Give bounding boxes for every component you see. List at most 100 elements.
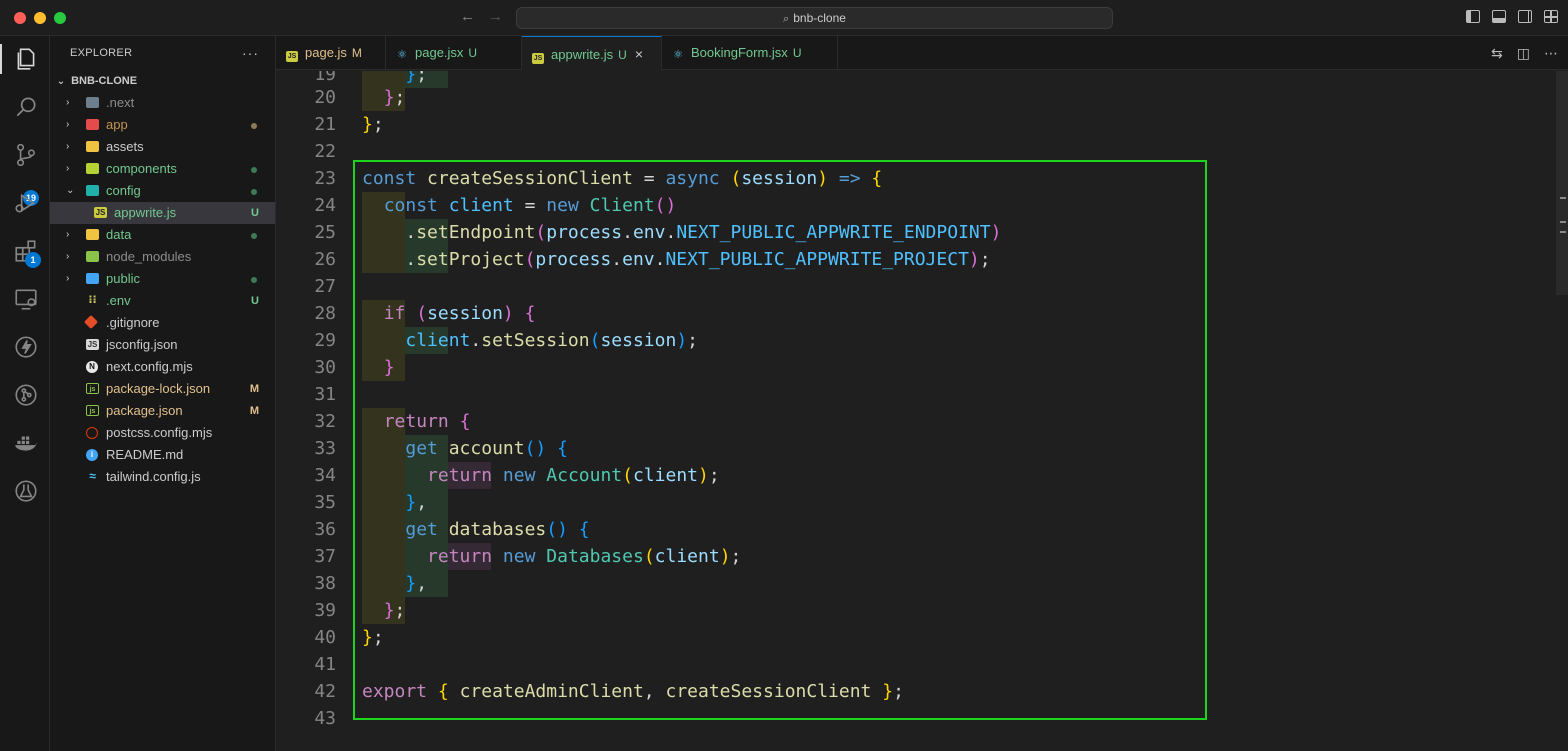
chevron-right-icon: ›	[66, 163, 70, 174]
more-actions-icon[interactable]: ⋯	[1544, 45, 1558, 62]
tree-item-label: components	[106, 161, 177, 176]
tree-item-gitignore[interactable]: .gitignore	[50, 312, 275, 334]
postcss-icon	[86, 427, 98, 439]
tree-item-label: appwrite.js	[114, 205, 177, 220]
code-line: 40 };	[276, 624, 1556, 651]
root-folder-name: BNB-CLONE	[71, 75, 138, 87]
tree-item-package-json[interactable]: js package.json M	[50, 400, 275, 422]
tab-page-js[interactable]: JS page.js M	[276, 36, 386, 70]
status-dot	[251, 233, 257, 239]
toggle-primary-sidebar-icon[interactable]	[1466, 10, 1480, 23]
tree-item-env[interactable]: ⁝⁝ .env U	[50, 290, 275, 312]
code-line: 31	[276, 381, 1556, 408]
run-debug-icon[interactable]	[13, 190, 39, 216]
code-text: get databases() {	[405, 519, 590, 540]
customize-layout-icon[interactable]	[1544, 10, 1558, 23]
close-tab-icon[interactable]: ×	[635, 46, 643, 62]
tree-item-components[interactable]: › components	[50, 158, 275, 180]
line-number: 43	[314, 708, 336, 729]
explorer-icon[interactable]	[13, 46, 39, 72]
code-text: .setProject(process.env.NEXT_PUBLIC_APPW…	[362, 249, 991, 270]
tree-item-data[interactable]: › data	[50, 224, 275, 246]
docker-icon[interactable]	[13, 430, 39, 456]
tree-item-postcss-config[interactable]: postcss.config.mjs	[50, 422, 275, 444]
tree-item-jsconfig[interactable]: JS jsconfig.json	[50, 334, 275, 356]
open-changes-icon[interactable]: ⇆	[1491, 45, 1503, 62]
code-text: }	[383, 357, 395, 378]
code-editor[interactable]: 19 }; 20 }; 21 }; 22 23 const createSess…	[276, 71, 1568, 751]
chevron-right-icon: ›	[66, 141, 70, 152]
split-editor-icon[interactable]: ◫	[1517, 45, 1530, 62]
vertical-scrollbar[interactable]	[1556, 71, 1568, 751]
tree-item-next[interactable]: › .next	[50, 92, 275, 114]
tab-page-jsx[interactable]: ⚛ page.jsx U	[386, 36, 522, 70]
tree-item-config[interactable]: ⌄ config	[50, 180, 275, 202]
minimize-window-button[interactable]	[34, 12, 46, 24]
tree-item-readme[interactable]: i README.md	[50, 444, 275, 466]
command-center-search[interactable]: ⌕ bnb-clone	[516, 7, 1113, 29]
tab-status: M	[351, 46, 362, 60]
scroll-marker	[1560, 197, 1566, 199]
tree-item-appwrite-js[interactable]: JS appwrite.js U	[50, 202, 275, 224]
tree-item-public[interactable]: › public	[50, 268, 275, 290]
search-icon[interactable]	[13, 94, 39, 120]
toggle-panel-icon[interactable]	[1492, 10, 1506, 23]
tree-item-node-modules[interactable]: › node_modules	[50, 246, 275, 268]
source-control-icon[interactable]	[13, 142, 39, 168]
tree-item-assets[interactable]: › assets	[50, 136, 275, 158]
folder-icon	[86, 119, 99, 130]
code-line: 25 .setEndpoint(process.env.NEXT_PUBLIC_…	[276, 219, 1556, 246]
tab-bookingform-jsx[interactable]: ⚛ BookingForm.jsx U	[662, 36, 838, 70]
code-line: 36 get databases() {	[276, 516, 1556, 543]
tree-item-package-lock[interactable]: js package-lock.json M	[50, 378, 275, 400]
search-icon: ⌕	[783, 13, 790, 25]
tree-item-label: data	[106, 227, 132, 242]
lightning-icon[interactable]	[13, 334, 39, 360]
tree-item-app[interactable]: › app	[50, 114, 275, 136]
tailwind-icon: ≈	[89, 469, 96, 483]
tree-item-label: postcss.config.mjs	[106, 425, 213, 440]
toggle-secondary-sidebar-icon[interactable]	[1518, 10, 1532, 23]
tree-item-label: package-lock.json	[106, 381, 211, 396]
tree-item-next-config[interactable]: N next.config.mjs	[50, 356, 275, 378]
nodejs-icon: js	[86, 383, 99, 394]
line-number: 25	[314, 222, 336, 243]
tab-label: page.jsx	[415, 45, 464, 60]
remote-explorer-icon[interactable]	[13, 286, 39, 312]
tree-item-tailwind-config[interactable]: ≈ tailwind.config.js	[50, 466, 275, 488]
folder-open-icon	[86, 185, 99, 196]
code-line: 33 get account() {	[276, 435, 1556, 462]
line-number: 28	[314, 303, 336, 324]
code-line: 41	[276, 651, 1556, 678]
tree-item-label: node_modules	[106, 249, 192, 264]
more-actions-icon[interactable]: ···	[242, 36, 259, 70]
code-line: 21 };	[276, 111, 1556, 138]
code-line: 29 client.setSession(session);	[276, 327, 1556, 354]
react-icon: ⚛	[397, 49, 407, 61]
code-line: 22	[276, 138, 1556, 165]
code-text: return new Account(client);	[427, 465, 720, 486]
git-status: M	[249, 383, 259, 395]
forward-arrow-icon[interactable]: →	[488, 8, 503, 25]
editor-tab-bar: JS page.js M ⚛ page.jsx U JS appwrite.js U × ⚛ B…	[276, 36, 1568, 70]
line-number: 21	[314, 114, 336, 135]
explorer-root-folder[interactable]: ⌄ BNB-CLONE	[50, 70, 275, 92]
scrollbar-thumb[interactable]	[1556, 71, 1568, 295]
code-text: };	[383, 87, 406, 108]
react-icon: ⚛	[673, 49, 683, 61]
code-line: 35 },	[276, 489, 1556, 516]
maximize-window-button[interactable]	[54, 12, 66, 24]
code-line: 20 };	[276, 84, 1556, 111]
back-arrow-icon[interactable]: ←	[460, 8, 475, 25]
chevron-right-icon: ›	[66, 119, 70, 130]
testing-icon[interactable]	[13, 478, 39, 504]
line-number: 24	[314, 195, 336, 216]
code-text: },	[405, 492, 428, 513]
close-window-button[interactable]	[14, 12, 26, 24]
nodejs-icon: js	[86, 405, 99, 416]
code-line: 24 const client = new Client()	[276, 192, 1556, 219]
git-graph-icon[interactable]	[13, 382, 39, 408]
tab-appwrite-js[interactable]: JS appwrite.js U ×	[522, 36, 662, 70]
code-line: 27	[276, 273, 1556, 300]
code-text: client.setSession(session);	[405, 330, 698, 351]
